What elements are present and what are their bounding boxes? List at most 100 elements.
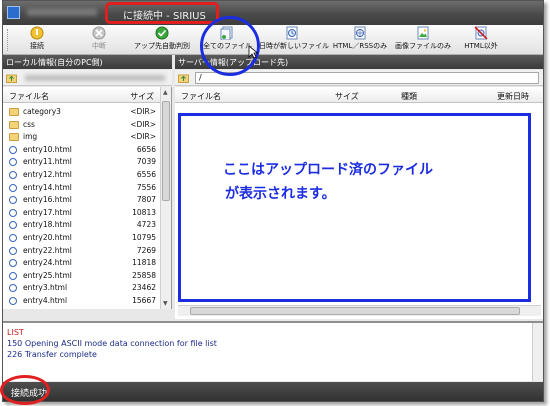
html-file-icon — [9, 246, 17, 255]
local-panel-header: ローカル情報(自分のPC側) — [3, 55, 172, 69]
file-row[interactable]: category3 <DIR> — [3, 106, 160, 117]
log-line: LIST — [7, 328, 24, 337]
log-line: 226 Transfer complete — [7, 350, 97, 359]
file-size: 6556 — [136, 170, 156, 179]
local-path-redacted — [25, 75, 165, 81]
file-row[interactable]: entry3.html 23462 — [3, 282, 160, 293]
file-row[interactable]: entry11.html 7039 — [3, 156, 160, 167]
file-name: entry11.html — [23, 157, 72, 167]
connect-button[interactable]: 接続 — [17, 26, 57, 54]
scroll-down-icon[interactable]: ▼ — [163, 300, 168, 307]
file-row[interactable]: entry20.html 10795 — [3, 232, 160, 243]
auto-detect-button[interactable]: アップ先自動判別 — [129, 26, 195, 54]
server-path-field[interactable]: / — [195, 72, 539, 84]
scroll-thumb[interactable] — [162, 101, 170, 201]
folder-icon — [9, 133, 19, 142]
column-name[interactable]: ファイル名 — [9, 91, 49, 102]
title-redacted — [27, 9, 97, 16]
html-file-icon — [9, 284, 17, 293]
file-size: 23462 — [132, 283, 156, 293]
file-name: entry10.html — [23, 144, 72, 154]
html-file-icon — [9, 208, 17, 217]
status-bar: 接続成功 — [3, 382, 543, 401]
file-name: entry25.html — [23, 270, 72, 280]
server-horizontal-scrollbar[interactable] — [178, 305, 541, 316]
sirius-window: に接続中 - SIRIUS 接続 中断 アップ先自動判別 全てのファイル 日時が… — [2, 0, 544, 402]
title-highlight — [105, 2, 219, 24]
column-name[interactable]: ファイル名 — [181, 91, 221, 102]
file-row[interactable]: css <DIR> — [3, 119, 160, 130]
toolbar-grip-icon[interactable] — [7, 29, 10, 51]
file-row[interactable]: img <DIR> — [3, 131, 160, 142]
folder-up-icon[interactable] — [178, 72, 189, 83]
local-scrollbar[interactable]: ▲ ▼ — [160, 87, 171, 309]
server-column-header: ファイル名 サイズ 種類 更新日時 — [175, 87, 543, 103]
local-column-header: ファイル名 サイズ — [3, 87, 160, 103]
folder-icon — [9, 120, 19, 129]
html-file-icon — [9, 297, 17, 305]
file-size: 15667 — [132, 296, 156, 305]
html-rss-button[interactable]: HTML／RSSのみ — [331, 26, 389, 54]
file-row[interactable]: entry10.html 6656 — [3, 144, 160, 155]
file-name: entry24.html — [23, 258, 72, 268]
check-icon — [155, 26, 169, 40]
file-row[interactable]: entry12.html 6556 — [3, 169, 160, 180]
local-file-list: ファイル名 サイズ category3 <DIR> css <DIR> img <DIR>… — [3, 87, 172, 309]
status-highlight-circle — [0, 375, 50, 405]
file-name: entry4.html — [23, 296, 68, 305]
log-pane: LIST 150 Opening ASCII mode data connect… — [3, 321, 543, 381]
file-row[interactable]: entry17.html 10813 — [3, 207, 160, 218]
non-html-button[interactable]: HTML以外 — [459, 26, 503, 54]
title-bar[interactable]: に接続中 - SIRIUS — [3, 1, 543, 25]
file-name: entry22.html — [23, 245, 72, 255]
app-icon — [7, 6, 20, 19]
column-size[interactable]: サイズ — [130, 91, 154, 102]
file-size: 25858 — [132, 270, 156, 280]
file-name: entry17.html — [23, 207, 72, 217]
file-row[interactable]: entry24.html 11818 — [3, 257, 160, 268]
file-size: <DIR> — [130, 132, 156, 142]
file-name: entry14.html — [23, 182, 72, 192]
html-file-icon — [9, 171, 17, 179]
annotation-text: ここはアップロード済のファイル が表示されます。 — [223, 162, 433, 202]
html-file-icon — [9, 145, 17, 154]
image-file-icon — [417, 26, 429, 40]
image-files-button[interactable]: 画像ファイルのみ — [393, 26, 453, 54]
column-type[interactable]: 種類 — [401, 91, 417, 102]
file-row[interactable]: entry22.html 7269 — [3, 245, 160, 256]
connect-icon — [30, 26, 44, 40]
file-size: 10813 — [132, 207, 156, 217]
file-name: entry18.html — [23, 220, 72, 230]
no-html-icon — [474, 26, 488, 40]
html-file-icon — [9, 271, 17, 280]
file-row[interactable]: entry18.html 4723 — [3, 219, 160, 230]
disconnect-button[interactable]: 中断 — [79, 26, 119, 54]
scroll-thumb[interactable] — [190, 307, 520, 315]
file-row[interactable]: entry14.html 7556 — [3, 182, 160, 193]
file-size: 7269 — [136, 245, 156, 255]
local-path-bar — [3, 70, 172, 86]
file-name: entry20.html — [23, 233, 72, 242]
file-row[interactable]: entry16.html 7807 — [3, 194, 160, 205]
html-file-icon — [354, 26, 366, 40]
column-modified[interactable]: 更新日時 — [497, 91, 529, 102]
file-size: 7807 — [136, 195, 156, 205]
folder-up-icon[interactable] — [6, 72, 17, 83]
file-name: entry16.html — [23, 195, 72, 205]
scroll-up-icon[interactable]: ▲ — [163, 89, 168, 96]
log-scrollbar[interactable] — [532, 323, 543, 381]
column-size[interactable]: サイズ — [335, 91, 359, 102]
file-name: category3 — [23, 107, 61, 116]
file-size: 4723 — [136, 220, 156, 230]
file-name: img — [23, 132, 38, 142]
file-size: 11818 — [132, 258, 156, 268]
file-row[interactable]: entry25.html 25858 — [3, 270, 160, 281]
file-name: css — [23, 119, 35, 129]
stop-icon — [92, 26, 106, 40]
file-name: entry3.html — [23, 283, 68, 293]
file-row[interactable]: entry4.html 15667 — [3, 295, 160, 306]
html-file-icon — [9, 221, 17, 230]
file-size: 7556 — [136, 182, 156, 192]
log-line: 150 Opening ASCII mode data connection f… — [7, 339, 217, 348]
newer-files-button[interactable]: 日時が新しいファイル — [259, 26, 329, 54]
